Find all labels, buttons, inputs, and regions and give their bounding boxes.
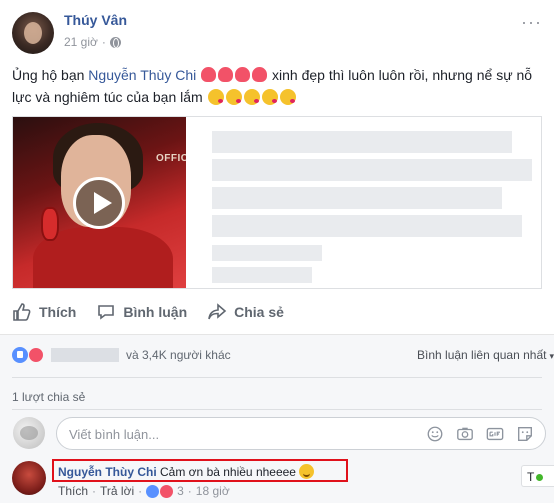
post-text-prefix: Ủng hộ bạn	[12, 67, 89, 83]
mention-link[interactable]: Nguyễn Thùy Chi	[88, 67, 196, 83]
heart-emoji-icon	[252, 67, 268, 82]
like-reaction-icon	[146, 484, 160, 498]
gif-icon[interactable]	[485, 424, 505, 444]
reply-comment: Nguyễn Thùy Chi Cảm ơn bà nhiều nheeee	[58, 464, 314, 479]
play-button-icon[interactable]	[73, 177, 125, 229]
meta-separator: ·	[101, 35, 106, 49]
reply-time[interactable]: 18 giờ	[196, 484, 230, 498]
share-label: Chia sẻ	[234, 304, 284, 320]
sticker-icon[interactable]	[515, 424, 535, 444]
comment-sort-dropdown[interactable]: Bình luận liên quan nhất ▾	[417, 348, 554, 362]
more-options-icon[interactable]: ···	[521, 12, 542, 33]
separator: ·	[138, 484, 143, 498]
love-reaction-icon	[160, 484, 174, 498]
kiss-emoji-icon	[207, 89, 224, 105]
reply-author-avatar[interactable]	[12, 461, 46, 495]
composer-icons	[425, 424, 535, 444]
reply-author-name[interactable]: Nguyễn Thùy Chi	[58, 465, 157, 479]
reply-reaction-count[interactable]: 3	[177, 484, 184, 498]
post-time[interactable]: 21 giờ	[64, 35, 98, 49]
kiss-emoji-icon	[279, 89, 296, 105]
share-button[interactable]: Chia sẻ	[197, 302, 294, 322]
reply-body: Cảm ơn bà nhiều nheeee	[160, 465, 296, 479]
blur-block	[212, 159, 532, 181]
heart-emoji-icon	[201, 67, 217, 82]
blur-block	[212, 245, 322, 261]
chevron-down-icon: ▾	[549, 351, 554, 361]
heart-emoji-icon	[235, 67, 251, 82]
share-arrow-icon	[208, 303, 227, 320]
reactions-summary[interactable]: và 3,4K người khác	[12, 347, 231, 363]
author-avatar[interactable]	[12, 12, 54, 54]
like-reaction-icon	[12, 347, 28, 363]
comment-button[interactable]: Bình luận	[86, 302, 197, 322]
divider	[12, 409, 542, 410]
online-dot-icon	[536, 474, 544, 481]
post-card: Thúy Vân 21 giờ · ··· Ủng hộ bạn Nguyễn …	[0, 0, 554, 503]
action-bar: Thích Bình luận Chia sẻ	[0, 296, 554, 328]
author-name[interactable]: Thúy Vân	[64, 12, 127, 28]
reply-reply-link[interactable]: Trả lời	[100, 484, 134, 498]
blurred-reactor-name	[51, 348, 119, 362]
kiss-emoji-icon	[225, 89, 242, 105]
speech-bubble-icon	[98, 305, 115, 320]
blur-block	[212, 131, 512, 153]
reply-actions: Thích · Trả lời · 3 · 18 giờ	[58, 484, 230, 498]
blur-block	[212, 215, 522, 237]
post-meta: 21 giờ ·	[64, 35, 121, 49]
blur-block	[212, 267, 312, 283]
comment-sort-label: Bình luận liên quan nhất	[417, 348, 547, 362]
shared-video-card[interactable]: OFFICIA	[12, 116, 542, 289]
comments-section: và 3,4K người khác Bình luận liên quan n…	[0, 334, 554, 503]
shares-count-link[interactable]: 1 lượt chia sẻ	[12, 390, 85, 404]
chat-chip[interactable]: T	[521, 465, 554, 487]
love-reaction-icon	[28, 347, 44, 363]
thumbnail-earring	[41, 207, 59, 241]
heart-emoji-icon	[218, 67, 234, 82]
thumbs-up-icon	[13, 303, 31, 321]
separator: ·	[187, 484, 192, 498]
post-text: Ủng hộ bạn Nguyễn Thùy Chi xinh đẹp thì …	[12, 64, 542, 108]
camera-icon[interactable]	[455, 424, 475, 444]
kiss-emoji-icon	[243, 89, 260, 105]
smile-emoji-icon	[298, 464, 314, 479]
blurred-link-description	[186, 117, 541, 288]
current-user-avatar[interactable]	[13, 417, 45, 449]
comment-label: Bình luận	[123, 304, 188, 320]
kiss-emoji-icon	[261, 89, 278, 105]
comment-composer[interactable]	[56, 417, 546, 450]
separator: ·	[92, 484, 97, 498]
like-button[interactable]: Thích	[0, 302, 86, 322]
reply-like-link[interactable]: Thích	[58, 484, 88, 498]
reactions-others-text: và 3,4K người khác	[126, 348, 231, 362]
chat-chip-label: T	[527, 470, 535, 484]
blur-block	[212, 187, 502, 209]
divider	[12, 377, 542, 378]
thumbnail-overlay-text: OFFICIA	[156, 153, 186, 164]
emoji-icon[interactable]	[425, 424, 445, 444]
comment-input[interactable]	[69, 425, 409, 443]
like-label: Thích	[39, 304, 77, 320]
globe-icon	[109, 36, 121, 48]
video-thumbnail[interactable]: OFFICIA	[13, 117, 186, 288]
